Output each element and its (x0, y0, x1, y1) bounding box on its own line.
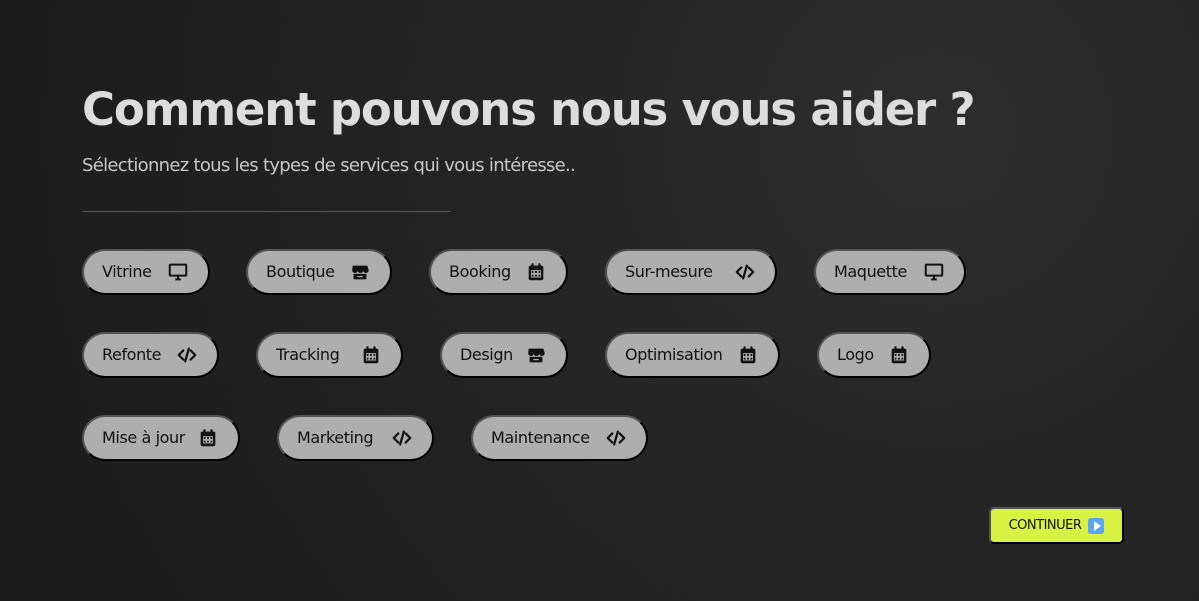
calendar-icon (524, 260, 548, 284)
code-icon (390, 426, 414, 450)
calendar-icon (736, 343, 760, 367)
monitor-icon (922, 260, 946, 284)
service-chip-label: Sur-mesure (625, 262, 713, 281)
service-chip-label: Booking (449, 262, 511, 281)
continue-button[interactable]: CONTINUER (989, 507, 1124, 544)
monitor-icon (166, 260, 190, 284)
code-icon (175, 343, 199, 367)
service-chip-maintenance[interactable]: Maintenance (471, 415, 648, 461)
code-icon (604, 426, 628, 450)
service-chip-label: Mise à jour (102, 428, 185, 447)
service-chip-label: Maintenance (491, 428, 590, 447)
service-chip-boutique[interactable]: Boutique (246, 249, 392, 295)
calendar-icon (196, 426, 220, 450)
page-title: Comment pouvons nous vous aider ? (82, 83, 976, 136)
service-chip-label: Logo (837, 345, 874, 364)
service-chip-label: Refonte (102, 345, 162, 364)
title-divider (82, 211, 451, 212)
service-chip-optimisation[interactable]: Optimisation (605, 332, 780, 378)
service-chip-label: Marketing (297, 428, 374, 447)
code-icon (733, 260, 757, 284)
store-icon (524, 343, 548, 367)
service-chip-marketing[interactable]: Marketing (277, 415, 434, 461)
service-chip-design[interactable]: Design (440, 332, 568, 378)
service-chip-label: Maquette (834, 262, 907, 281)
service-chip-refonte[interactable]: Refonte (82, 332, 219, 378)
page-subtitle: Sélectionnez tous les types de services … (82, 155, 576, 176)
service-chip-label: Optimisation (625, 345, 723, 364)
service-chip-label: Design (460, 345, 513, 364)
calendar-icon (887, 343, 911, 367)
service-chip-label: Boutique (266, 262, 335, 281)
play-icon (1088, 517, 1105, 534)
service-chip-logo[interactable]: Logo (817, 332, 931, 378)
continue-button-label: CONTINUER (1008, 518, 1082, 533)
store-icon (348, 260, 372, 284)
service-selection-page: Comment pouvons nous vous aider ? Sélect… (82, 84, 1122, 584)
service-chip-tracking[interactable]: Tracking (256, 332, 403, 378)
service-chip-sur-mesure[interactable]: Sur-mesure (605, 249, 777, 295)
service-chip-booking[interactable]: Booking (429, 249, 568, 295)
calendar-icon (359, 343, 383, 367)
service-chip-maquette[interactable]: Maquette (814, 249, 966, 295)
service-chip-label: Vitrine (102, 262, 152, 281)
service-chip-label: Tracking (276, 345, 340, 364)
service-chip-mise-a-jour[interactable]: Mise à jour (82, 415, 240, 461)
service-chip-vitrine[interactable]: Vitrine (82, 249, 210, 295)
